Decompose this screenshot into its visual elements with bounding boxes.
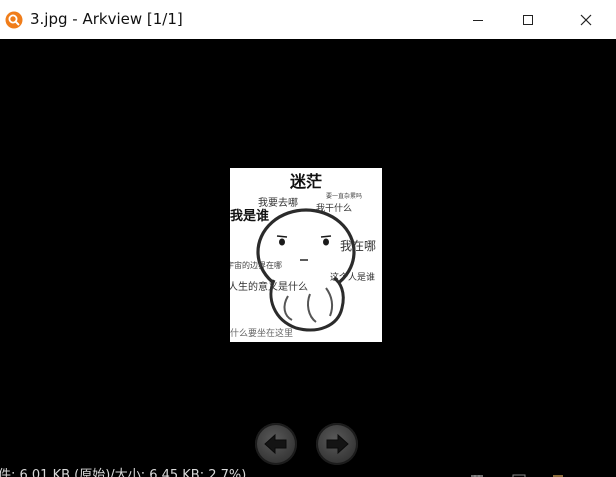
displayed-image[interactable]: 迷茫 我要去哪 要一直杂累吗 我干什么 我是谁 我在哪 宇宙的边界在哪 这个人是…: [230, 168, 382, 342]
status-grid-icon: [470, 469, 484, 477]
arrow-left-icon: [264, 433, 287, 455]
status-text: 件: 6.01 KB (原始)/大小: 6.45 KB: 2.7%): [0, 468, 247, 477]
meme-illustration: 迷茫 我要去哪 要一直杂累吗 我干什么 我是谁 我在哪 宇宙的边界在哪 这个人是…: [230, 172, 376, 339]
window-title: 3.jpg - Arkview [1/1]: [30, 10, 183, 28]
meme-text-who-is-this: 这个人是谁: [330, 271, 375, 283]
meme-text-where-going: 我要去哪: [258, 197, 298, 209]
status-fit-icon: [512, 469, 526, 477]
meme-text-who-am-i: 我是谁: [230, 208, 269, 224]
close-button[interactable]: [563, 0, 609, 39]
magnifier-app-icon[interactable]: [5, 11, 23, 29]
maximize-button[interactable]: [505, 0, 551, 39]
maximize-icon: [522, 14, 534, 26]
arrow-right-icon: [326, 433, 349, 455]
meme-text-meaning-of-life: 人生的意义是什么: [230, 280, 308, 293]
status-bar: 件: 6.01 KB (原始)/大小: 6.45 KB: 2.7%): [0, 465, 616, 477]
meme-text-what-doing-2: 我干什么: [316, 202, 352, 214]
minimize-icon: [472, 14, 484, 26]
previous-image-button[interactable]: [255, 423, 297, 465]
title-bar[interactable]: 3.jpg - Arkview [1/1]: [0, 0, 616, 39]
close-icon: [580, 14, 592, 26]
meme-text-confused: 迷茫: [289, 172, 322, 191]
meme-text-where-am-i: 我在哪: [340, 239, 376, 253]
status-info-icon: [551, 469, 565, 477]
meme-text-what-doing-1: 要一直杂累吗: [326, 192, 362, 200]
next-image-button[interactable]: [316, 423, 358, 465]
minimize-button[interactable]: [455, 0, 501, 39]
meme-text-why-here: 什么要坐在这里: [230, 327, 293, 339]
meme-text-universe-edge: 宇宙的边界在哪: [230, 260, 282, 270]
